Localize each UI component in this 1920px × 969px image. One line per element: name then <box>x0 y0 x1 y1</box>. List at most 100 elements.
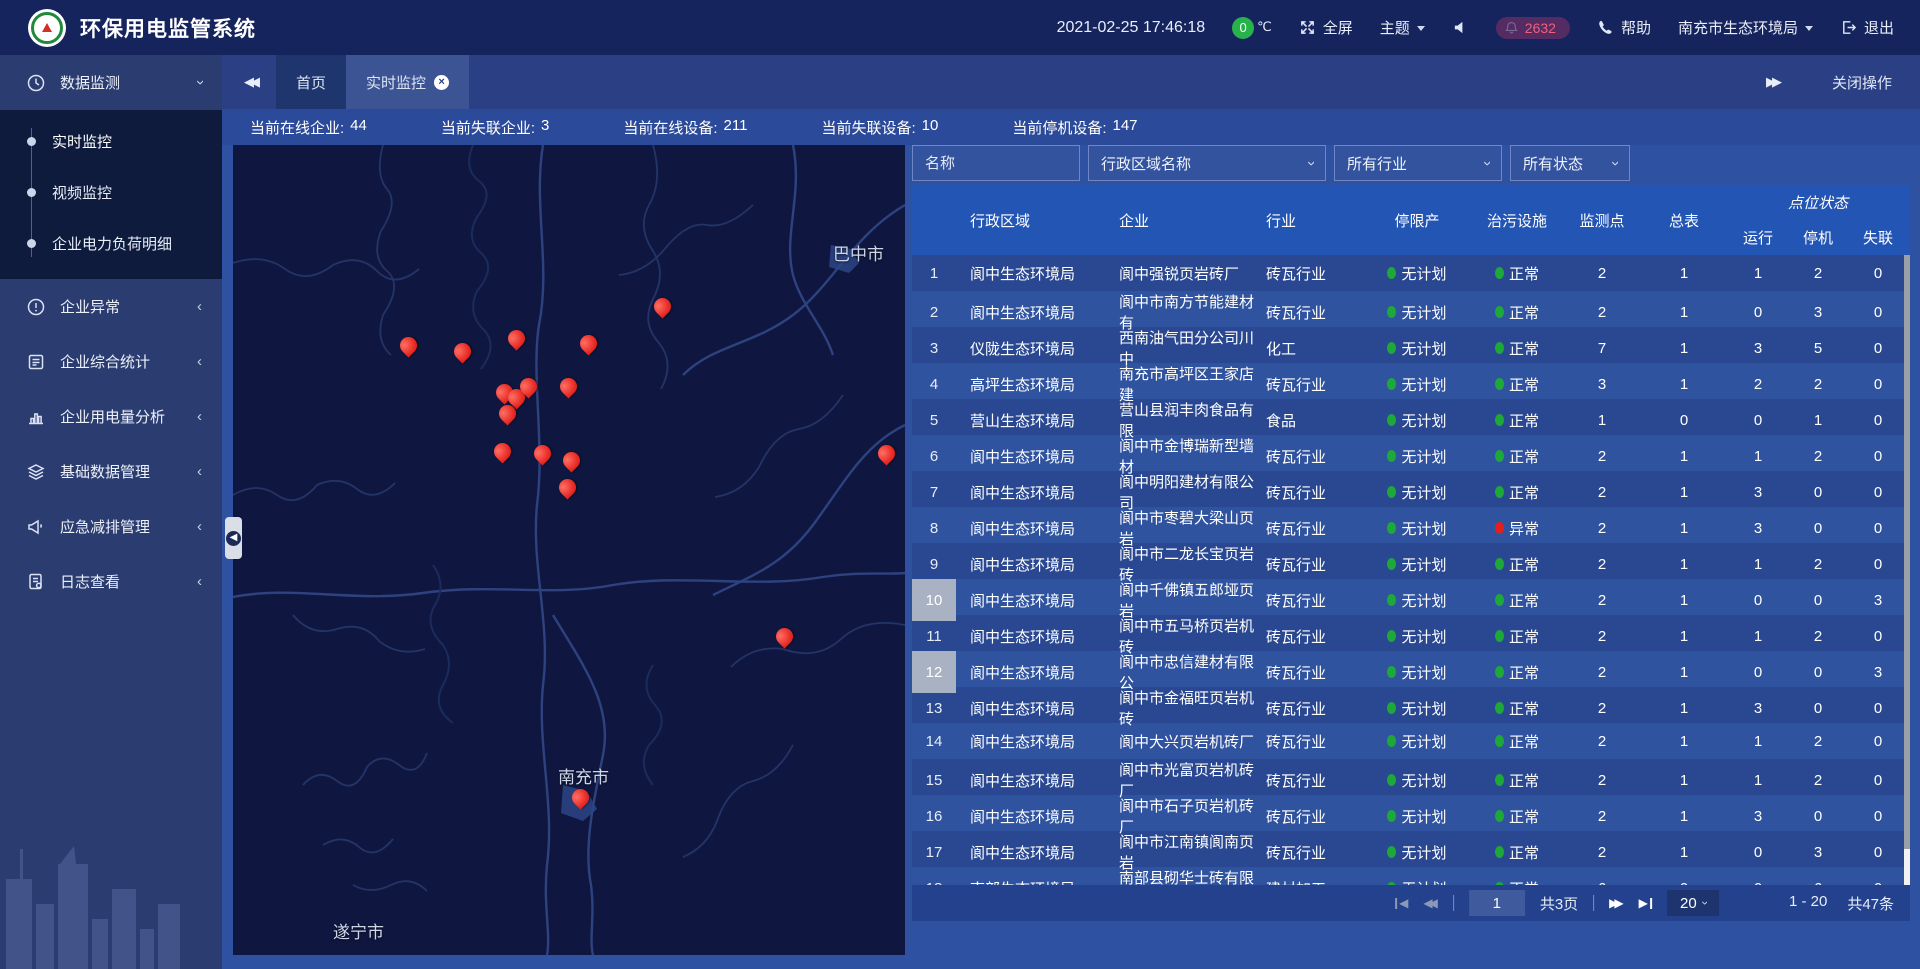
tab-home[interactable]: 首页 <box>276 55 346 109</box>
header-production[interactable]: 停限产 <box>1362 185 1472 255</box>
city-skyline-watermark <box>0 809 222 969</box>
status-dot-green <box>1495 630 1504 642</box>
first-page-button[interactable]: ◀ <box>1395 896 1408 910</box>
table-row[interactable]: 13阆中生态环境局阆中市金福旺页岩机砖砖瓦行业无计划正常21300 <box>912 687 1910 723</box>
industry-filter-select[interactable]: 所有行业 ‹ <box>1334 145 1502 181</box>
theme-dropdown[interactable]: 主题 <box>1380 17 1425 38</box>
table-row[interactable]: 18南部生态环境局南部县砌华士砖有限公建材加工无计划正常60060 <box>912 867 1910 885</box>
close-operations-button[interactable]: 关闭操作 <box>1832 72 1892 93</box>
total-count-label: 共47条 <box>1847 893 1894 914</box>
header-point-status-group: 点位状态 <box>1726 185 1910 219</box>
header-stop[interactable]: 停机 <box>1790 219 1846 255</box>
sidebar-item-log-view[interactable]: 日志查看 ‹ <box>0 554 222 609</box>
content-area: ◀◀ 首页 实时监控 × ▶▶ 关闭操作 当前在线企业: 44 当前失联企业: … <box>222 55 1920 969</box>
mute-button[interactable] <box>1452 19 1469 36</box>
bullet-dot-icon <box>27 137 36 146</box>
table-row[interactable]: 3仪陇生态环境局西南油气田分公司川中化工无计划正常71350 <box>912 327 1910 363</box>
status-dot-green <box>1495 735 1504 747</box>
status-text: 正常 <box>1509 878 1539 886</box>
map-canvas[interactable]: ◀ 巴中市南充市遂宁市 <box>233 145 905 955</box>
sidebar-item-video-monitoring[interactable]: 视频监控 <box>0 167 222 218</box>
status-dot-green <box>1387 774 1396 786</box>
table-row[interactable]: 8阆中生态环境局阆中市枣碧大梁山页岩砖瓦行业无计划异常21300 <box>912 507 1910 543</box>
pagination-bar: ◀ ◀◀ 1 共3页 ▶▶ ▶ 20 ‹ <box>912 885 1910 921</box>
header-lost[interactable]: 失联 <box>1846 219 1910 255</box>
header-region[interactable]: 行政区域 <box>956 185 1092 255</box>
table-row[interactable]: 6阆中生态环境局阆中市金博瑞新型墙材砖瓦行业无计划正常21120 <box>912 435 1910 471</box>
table-row[interactable]: 11阆中生态环境局阆中市五马桥页岩机砖砖瓦行业无计划正常21120 <box>912 615 1910 651</box>
cell-enterprise: 阆中强锐页岩砖厂 <box>1092 255 1262 291</box>
logout-label: 退出 <box>1864 17 1894 38</box>
table-row[interactable]: 12阆中生态环境局阆中市忠信建材有限公砖瓦行业无计划正常21003 <box>912 651 1910 687</box>
sidebar-item-base-data[interactable]: 基础数据管理 ‹ <box>0 444 222 499</box>
prev-page-button[interactable]: ◀◀ <box>1423 896 1437 910</box>
page-size-select[interactable]: 20 ‹ <box>1667 890 1719 916</box>
table-row[interactable]: 16阆中生态环境局阆中市石子页岩机砖厂砖瓦行业无计划正常21300 <box>912 795 1910 831</box>
datetime-label: 2021-02-25 17:46:18 <box>1057 19 1206 37</box>
table-row[interactable]: 2阆中生态环境局阆中市南方节能建材有砖瓦行业无计划正常21030 <box>912 291 1910 327</box>
tab-bar: ◀◀ 首页 实时监控 × ▶▶ 关闭操作 <box>222 55 1920 109</box>
name-filter-input[interactable] <box>913 155 1079 172</box>
chevron-left-icon: ‹ <box>197 464 202 479</box>
header-run[interactable]: 运行 <box>1726 219 1790 255</box>
status-filter-select[interactable]: 所有状态 ‹ <box>1510 145 1630 181</box>
industry-filter-value: 所有行业 <box>1347 153 1407 174</box>
table-row[interactable]: 7阆中生态环境局阆中明阳建材有限公司砖瓦行业无计划正常21300 <box>912 471 1910 507</box>
header-monitor[interactable]: 监测点 <box>1562 185 1642 255</box>
sidebar-item-enterprise-statistics[interactable]: 企业综合统计 ‹ <box>0 334 222 389</box>
next-page-button[interactable]: ▶▶ <box>1609 896 1623 910</box>
header-facility[interactable]: 治污设施 <box>1472 185 1562 255</box>
notification-badge[interactable]: 2632 <box>1496 17 1570 39</box>
header-index <box>912 185 956 255</box>
sidebar-item-emergency-reduction[interactable]: 应急减排管理 ‹ <box>0 499 222 554</box>
table-row[interactable]: 4高坪生态环境局南充市高坪区王家店建砖瓦行业无计划正常31220 <box>912 363 1910 399</box>
status-dot-green <box>1387 306 1396 318</box>
sidebar-item-power-analysis[interactable]: 企业用电量分析 ‹ <box>0 389 222 444</box>
sidebar-item-label: 应急减排管理 <box>60 516 150 537</box>
tabs-scroll-left-button[interactable]: ◀◀ <box>244 74 260 90</box>
page-number-input[interactable]: 1 <box>1469 890 1525 916</box>
status-text: 正常 <box>1509 446 1539 467</box>
logout-button[interactable]: 退出 <box>1840 17 1894 38</box>
sidebar-collapse-button[interactable]: ◀ <box>225 517 242 559</box>
table-row[interactable]: 1阆中生态环境局阆中强锐页岩砖厂砖瓦行业无计划正常21120 <box>912 255 1910 291</box>
app-title: 环保用电监管系统 <box>80 13 256 43</box>
table-row[interactable]: 15阆中生态环境局阆中市光富页岩机砖厂砖瓦行业无计划正常21120 <box>912 759 1910 795</box>
table-scrollbar[interactable] <box>1904 255 1910 885</box>
table-row[interactable]: 14阆中生态环境局阆中大兴页岩机砖厂砖瓦行业无计划正常21120 <box>912 723 1910 759</box>
tab-close-icon[interactable]: × <box>434 75 449 90</box>
sidebar-item-enterprise-abnormal[interactable]: 企业异常 ‹ <box>0 279 222 334</box>
header-industry[interactable]: 行业 <box>1262 185 1362 255</box>
tabs-scroll-right-button[interactable]: ▶▶ <box>1766 74 1782 90</box>
status-text: 正常 <box>1509 806 1539 827</box>
status-text: 无计划 <box>1401 302 1446 323</box>
table-row[interactable]: 5营山生态环境局营山县润丰肉食品有限食品无计划正常10010 <box>912 399 1910 435</box>
status-text: 正常 <box>1509 731 1539 752</box>
status-text: 正常 <box>1509 410 1539 431</box>
status-text: 无计划 <box>1401 806 1446 827</box>
enterprise-panel: 行政区域名称 ‹ 所有行业 ‹ 所有状态 ‹ 行政区域 企业 <box>912 145 1910 969</box>
user-org-dropdown[interactable]: 南充市生态环境局 <box>1678 17 1813 38</box>
cell-region: 阆中生态环境局 <box>956 723 1092 759</box>
cell-stop: 2 <box>1790 255 1846 291</box>
map-city-label: 遂宁市 <box>333 918 384 943</box>
sidebar-item-power-load-detail[interactable]: 企业电力负荷明细 <box>0 218 222 269</box>
table-row[interactable]: 10阆中生态环境局阆中千佛镇五郎垭页岩砖瓦行业无计划正常21003 <box>912 579 1910 615</box>
sidebar-item-realtime-monitoring[interactable]: 实时监控 <box>0 116 222 167</box>
chevron-down-icon: ‹ <box>1697 901 1711 905</box>
cell-industry: 砖瓦行业 <box>1262 255 1362 291</box>
fullscreen-button[interactable]: 全屏 <box>1299 17 1353 38</box>
sidebar-submenu: 实时监控 视频监控 企业电力负荷明细 <box>0 110 222 279</box>
table-row[interactable]: 9阆中生态环境局阆中市二龙长宝页岩砖砖瓦行业无计划正常21120 <box>912 543 1910 579</box>
tab-realtime-monitoring[interactable]: 实时监控 × <box>346 55 469 109</box>
region-filter-select[interactable]: 行政区域名称 ‹ <box>1088 145 1326 181</box>
table-row[interactable]: 17阆中生态环境局阆中市江南镇阆南页岩砖瓦行业无计划正常21030 <box>912 831 1910 867</box>
header-meter[interactable]: 总表 <box>1642 185 1726 255</box>
scrollbar-thumb[interactable] <box>1904 255 1910 849</box>
stat-online-enterprises: 当前在线企业: 44 <box>250 117 367 138</box>
status-text: 正常 <box>1509 842 1539 863</box>
header-enterprise[interactable]: 企业 <box>1092 185 1262 255</box>
sidebar-item-data-monitoring[interactable]: 数据监测 ‹ <box>0 55 222 110</box>
help-button[interactable]: 帮助 <box>1597 17 1651 38</box>
last-page-button[interactable]: ▶ <box>1639 896 1652 910</box>
